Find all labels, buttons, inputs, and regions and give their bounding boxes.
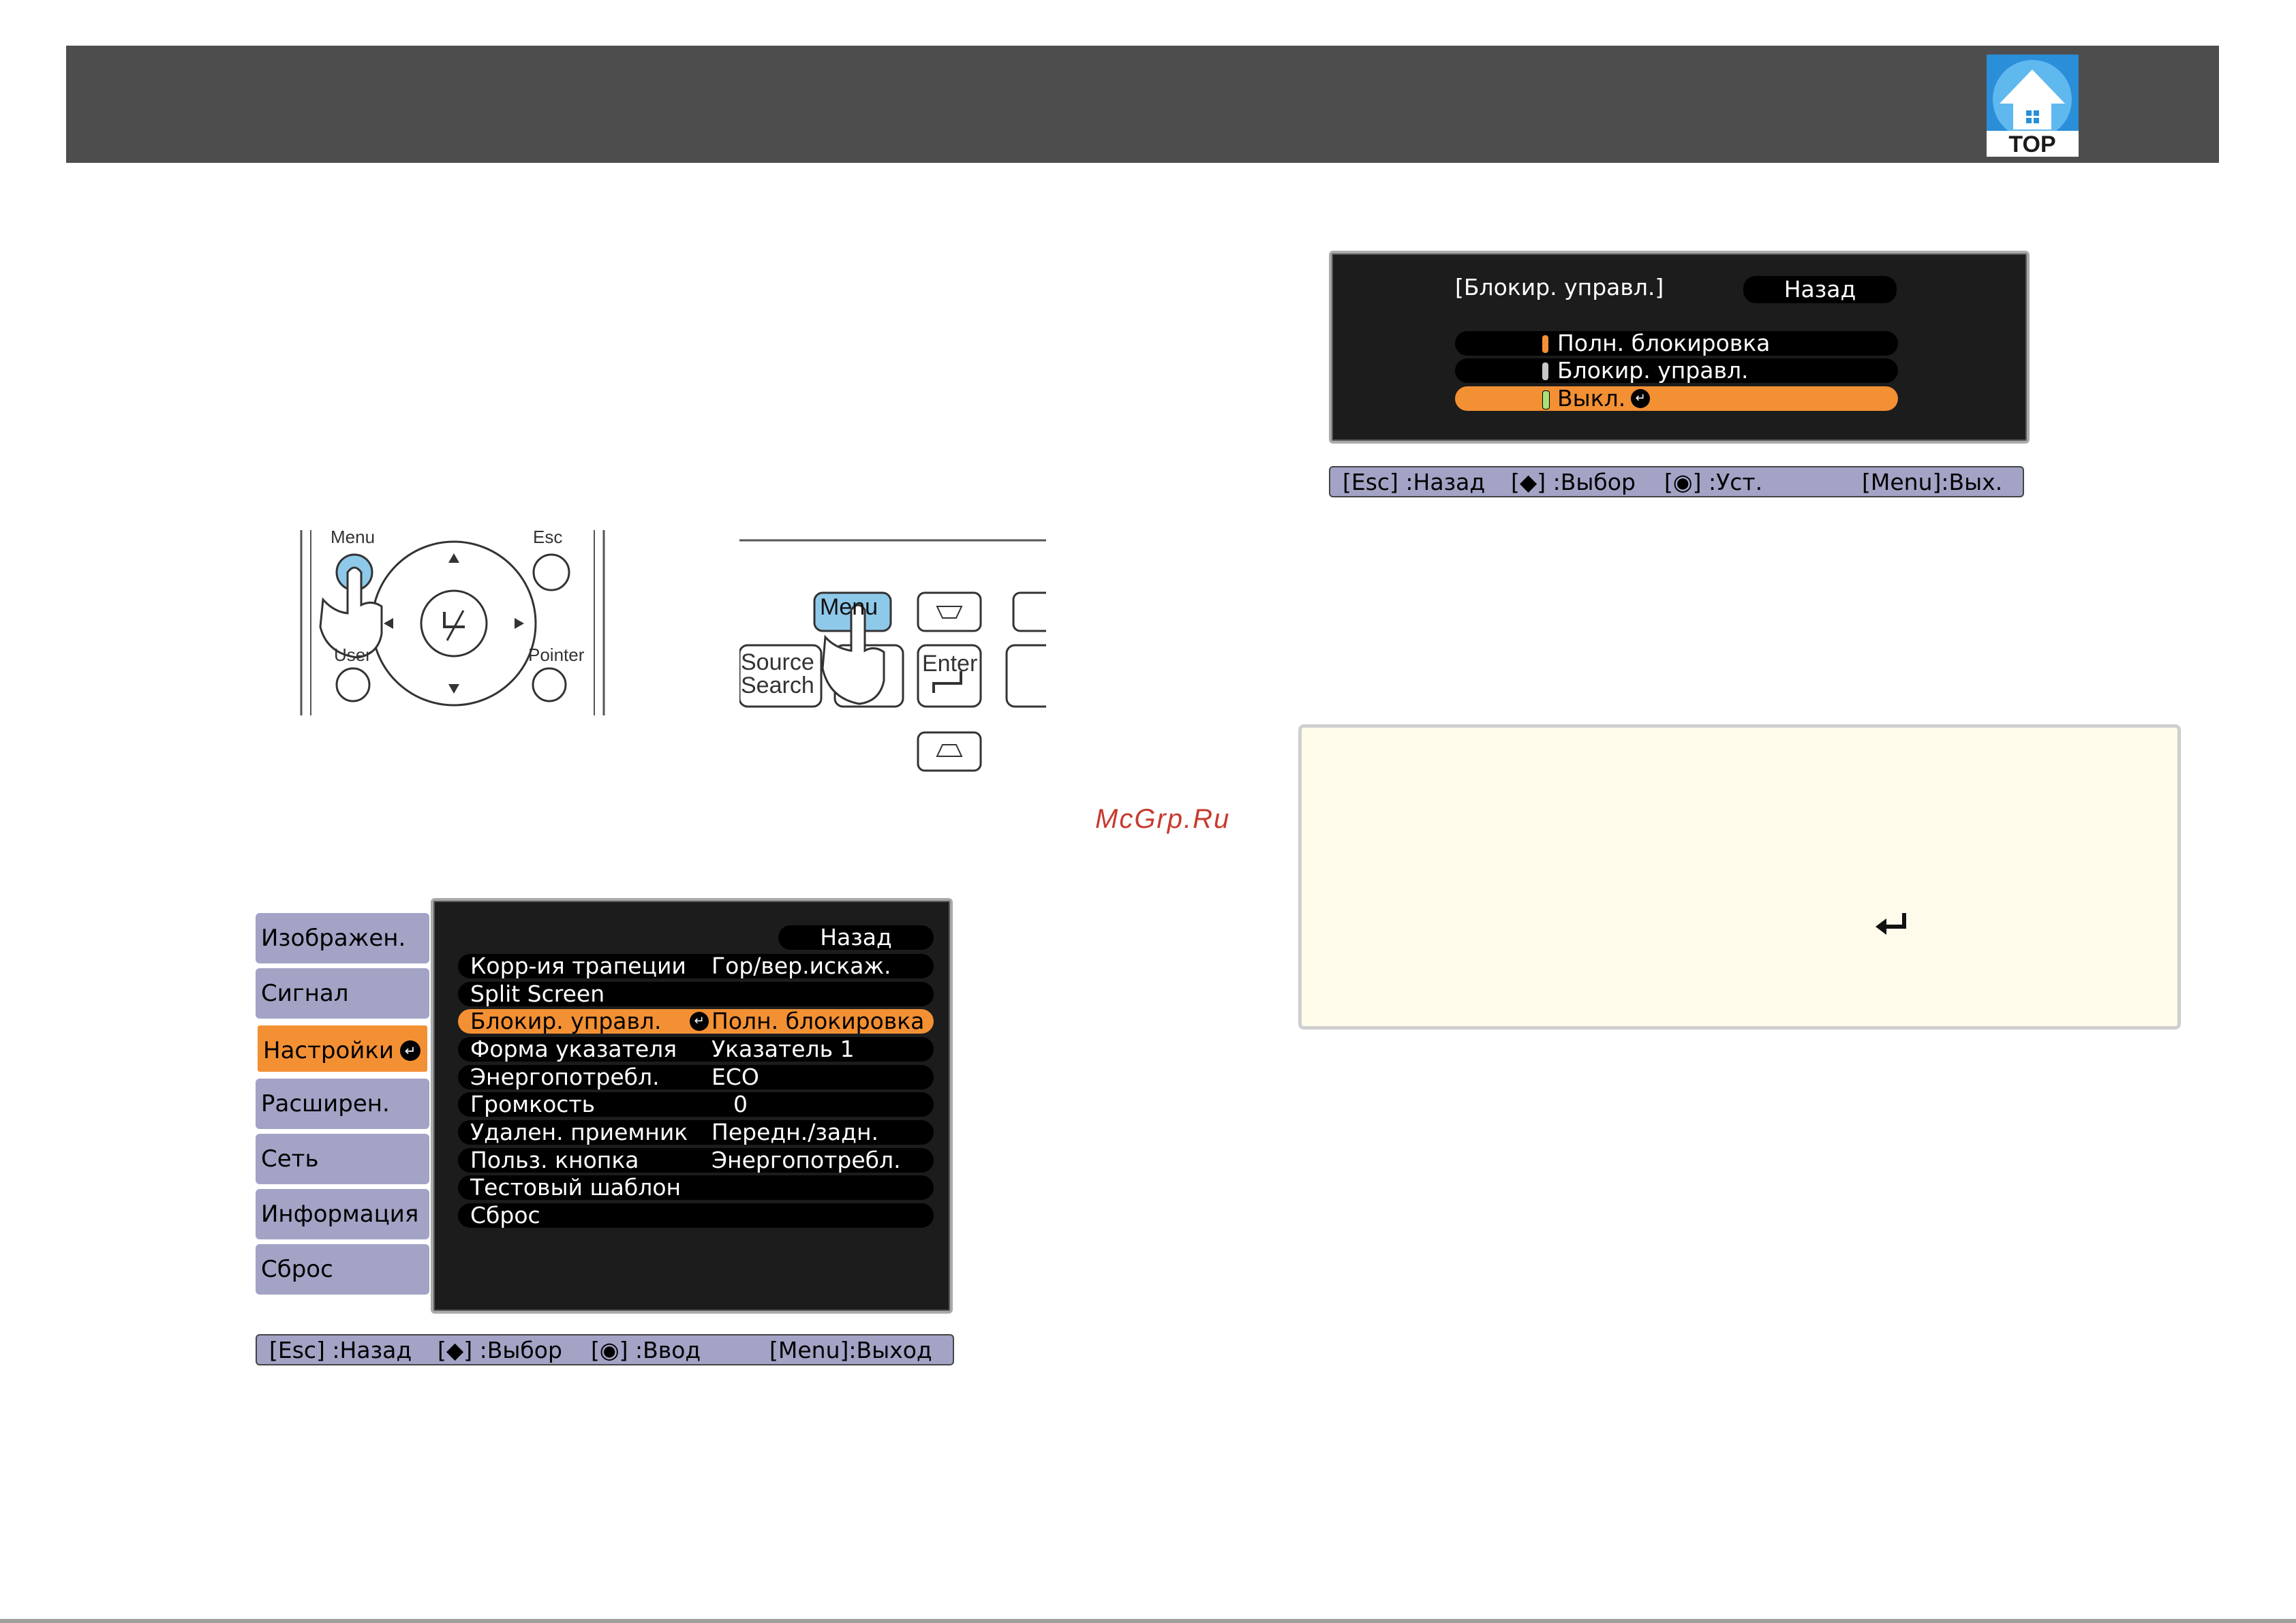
status-menu: [Menu]:Вых. [1862, 469, 2003, 495]
lock-back-button[interactable]: Назад [1743, 276, 1897, 303]
enter-arrow-icon [1876, 913, 1906, 935]
remote-control-illustration: Menu Esc User Pointer [293, 525, 613, 722]
option-operation-lock[interactable]: Блокир. управл. [1455, 358, 1898, 383]
status-select: [◆] :Выбор [1511, 469, 1636, 495]
radio-indicator [1542, 362, 1548, 380]
menu-key-label: Menu [331, 527, 376, 547]
option-full-lock[interactable]: Полн. блокировка [1455, 331, 1898, 356]
enter-icon: ↵ [400, 1040, 420, 1061]
watermark-text: McGrp.Ru [1095, 804, 1231, 834]
control-panel-illustration: Menu Source Search Enter [739, 535, 1046, 780]
panel-menu-button-label: Menu [820, 594, 878, 620]
status-esc: [Esc] :Назад [1343, 469, 1486, 495]
menu-row-test-pattern[interactable]: Тестовый шаблон [458, 1175, 934, 1200]
menu-row-remote-receiver[interactable]: Удален. приемник Передн./задн. [458, 1120, 934, 1145]
enter-button-label: Enter [922, 651, 978, 677]
search-button-label: Search [741, 673, 814, 698]
tab-extended[interactable]: Расширен. [256, 1079, 429, 1129]
menu-row-keystone[interactable]: Корр-ия трапеции Гор/вер.искаж. [458, 954, 934, 978]
menu-row-reset[interactable]: Сброс [458, 1203, 934, 1228]
tab-network[interactable]: Сеть [256, 1134, 429, 1184]
menu-row-split-screen[interactable]: Split Screen [458, 982, 934, 1006]
enter-icon: ↵ [1631, 389, 1650, 408]
tab-reset[interactable]: Сброс [256, 1244, 429, 1295]
tab-signal[interactable]: Сигнал [256, 968, 429, 1019]
option-off[interactable]: Выкл. ↵ [1455, 386, 1898, 411]
page-header-bar [66, 46, 2219, 163]
status-menu: [Menu]:Выход [769, 1337, 932, 1363]
esc-key-label: Esc [533, 527, 563, 547]
enter-icon: ↵ [690, 1012, 709, 1031]
bottom-rule [0, 1619, 2296, 1623]
status-set: [◉] :Уст. [1664, 469, 1763, 495]
status-enter: [◉] :Ввод [591, 1337, 701, 1363]
menu-row-control-lock[interactable]: Блокир. управл. ↵ Полн. блокировка [458, 1009, 934, 1034]
radio-indicator [1542, 390, 1550, 409]
radio-indicator [1542, 335, 1548, 353]
menu-row-pointer-shape[interactable]: Форма указателя Указатель 1 [458, 1037, 934, 1062]
main-status-bar: [Esc] :Назад [◆] :Выбор [◉] :Ввод [Menu]… [256, 1334, 954, 1365]
menu-row-user-button[interactable]: Польз. кнопка Энергопотребл. [458, 1148, 934, 1173]
logo-text: TOP [2008, 132, 2055, 157]
user-key-label: User [334, 645, 371, 665]
lock-status-bar: [Esc] :Назад [◆] :Выбор [◉] :Уст. [Menu]… [1329, 466, 2024, 497]
tab-image[interactable]: Изображен. [256, 913, 429, 963]
tab-settings[interactable]: Настройки ↵ [256, 1023, 429, 1074]
menu-row-power[interactable]: Энергопотребл. ECO [458, 1065, 934, 1089]
top-home-icon[interactable]: TOP [1987, 55, 2079, 157]
pointer-key-label: Pointer [528, 645, 585, 665]
note-box [1298, 724, 2181, 1030]
back-button[interactable]: Назад [778, 925, 934, 950]
status-esc: [Esc] :Назад [269, 1337, 412, 1363]
lock-menu-title: [Блокир. управл.] [1455, 274, 1664, 300]
tab-info[interactable]: Информация [256, 1189, 429, 1239]
status-select: [◆] :Выбор [438, 1337, 562, 1363]
menu-row-volume[interactable]: Громкость 0 [458, 1092, 934, 1117]
